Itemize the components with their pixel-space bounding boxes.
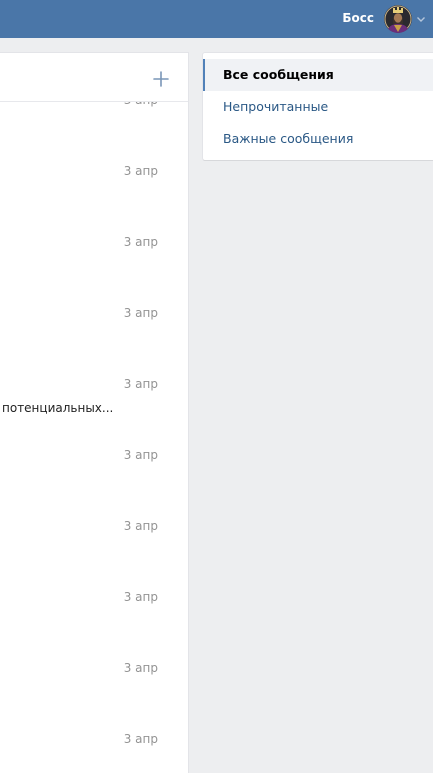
filter-all-messages[interactable]: Все сообщения: [203, 59, 433, 91]
dialog-row[interactable]: 3 апр: [0, 149, 188, 221]
chevron-down-icon[interactable]: [417, 17, 425, 22]
dialog-row[interactable]: 3 апр: [0, 575, 188, 647]
user-name: Босс: [342, 11, 374, 25]
filter-important[interactable]: Важные сообщения: [203, 123, 433, 155]
dialog-row[interactable]: 3 апр: [0, 717, 188, 773]
dialogs-panel: 3 апр 3 апр 3 апр 3 апр 3 апр потенциаль…: [0, 53, 188, 773]
plus-icon[interactable]: [149, 67, 173, 91]
dialog-date: 3 апр: [123, 306, 158, 320]
dialog-date: 3 апр: [123, 519, 158, 533]
dialog-date: 3 апр: [123, 164, 158, 178]
filter-unread[interactable]: Непрочитанные: [203, 91, 433, 123]
dialog-row[interactable]: 3 апр: [0, 220, 188, 292]
user-menu[interactable]: Босс: [342, 0, 433, 38]
dialog-row[interactable]: 3 апр: [0, 504, 188, 576]
top-header: Босс: [0, 0, 433, 38]
dialog-preview: потенциальных...: [2, 401, 114, 415]
dialog-date: 3 апр: [123, 732, 158, 746]
dialog-row[interactable]: 3 апр: [0, 433, 188, 505]
dialog-row[interactable]: 3 апр: [0, 291, 188, 363]
dialog-row[interactable]: 3 апр: [0, 646, 188, 718]
dialog-date: 3 апр: [123, 661, 158, 675]
avatar-icon[interactable]: [384, 5, 412, 33]
dialog-date: 3 апр: [123, 448, 158, 462]
dialog-date: 3 апр: [123, 590, 158, 604]
filter-menu: Все сообщения Непрочитанные Важные сообщ…: [203, 53, 433, 160]
dialog-row[interactable]: 3 апр потенциальных...: [0, 362, 188, 434]
dialog-date: 3 апр: [123, 235, 158, 249]
dialog-date: 3 апр: [123, 377, 158, 391]
dialogs-header: [0, 53, 188, 102]
